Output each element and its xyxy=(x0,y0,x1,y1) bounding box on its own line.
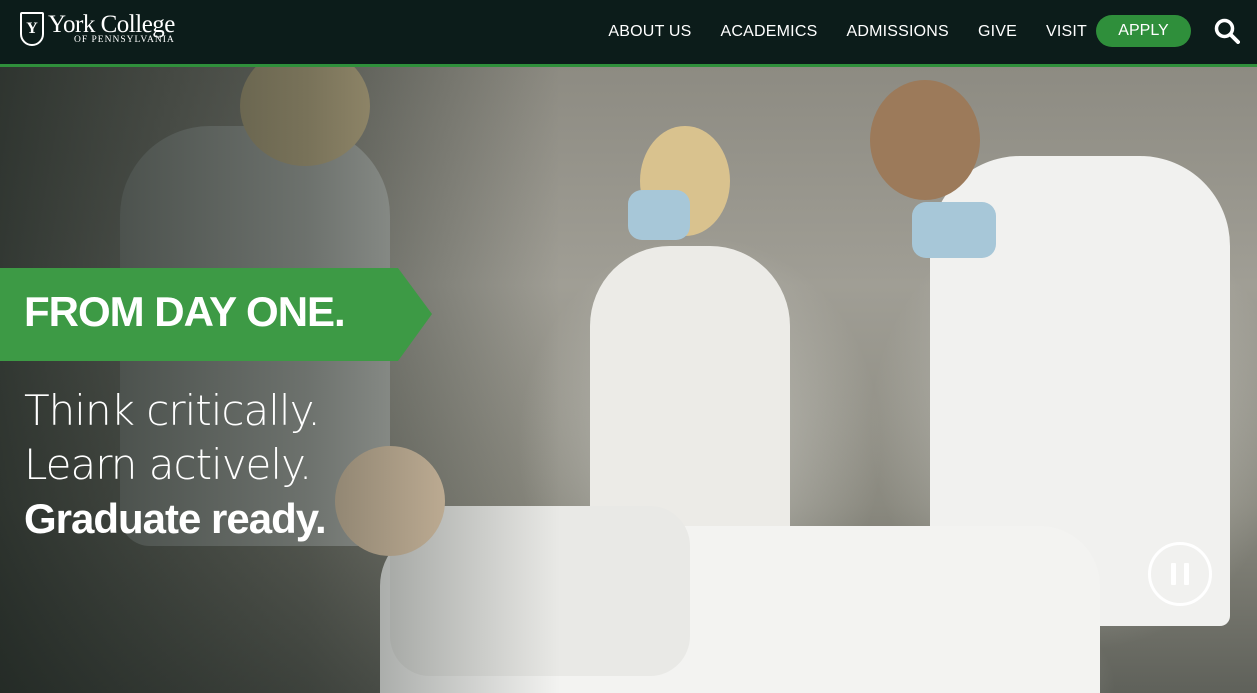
tagline-line-2: Learn actively. xyxy=(24,440,312,489)
pause-icon-bar xyxy=(1184,563,1189,585)
tagline-line-1: Think critically. xyxy=(24,386,321,435)
nav-admissions[interactable]: ADMISSIONS xyxy=(846,23,948,41)
pause-icon xyxy=(1171,563,1176,585)
nav-about-us[interactable]: ABOUT US xyxy=(608,23,691,41)
apply-button[interactable]: APPLY xyxy=(1096,15,1191,47)
student-head-right xyxy=(870,80,980,200)
student-figure-left xyxy=(590,246,790,546)
nav-give[interactable]: GIVE xyxy=(978,23,1017,41)
banner-text: FROM DAY ONE. xyxy=(24,288,346,335)
face-mask-right xyxy=(912,202,996,258)
nav-visit[interactable]: VISIT xyxy=(1046,23,1087,41)
logo-subtitle: OF PENNSYLVANIA xyxy=(74,35,175,46)
hero-video xyxy=(0,66,1257,693)
logo-text: York College OF PENNSYLVANIA xyxy=(48,12,175,46)
face-mask-left xyxy=(628,190,690,240)
nav-academics[interactable]: ACADEMICS xyxy=(721,23,818,41)
shield-icon: Y xyxy=(20,12,44,46)
hero-tagline: Think critically. Learn actively. Gradua… xyxy=(24,384,327,546)
hero-shade xyxy=(0,66,560,693)
top-navigation: Y York College OF PENNSYLVANIA ABOUT US … xyxy=(0,0,1257,67)
pause-button[interactable] xyxy=(1148,542,1212,606)
logo-name: York College xyxy=(48,11,175,39)
search-icon[interactable] xyxy=(1214,18,1240,44)
hero-banner: FROM DAY ONE. xyxy=(0,268,432,361)
main-nav: ABOUT US ACADEMICS ADMISSIONS GIVE VISIT xyxy=(579,0,1087,64)
york-college-logo[interactable]: Y York College OF PENNSYLVANIA xyxy=(20,12,175,46)
tagline-line-3: Graduate ready. xyxy=(24,495,327,542)
